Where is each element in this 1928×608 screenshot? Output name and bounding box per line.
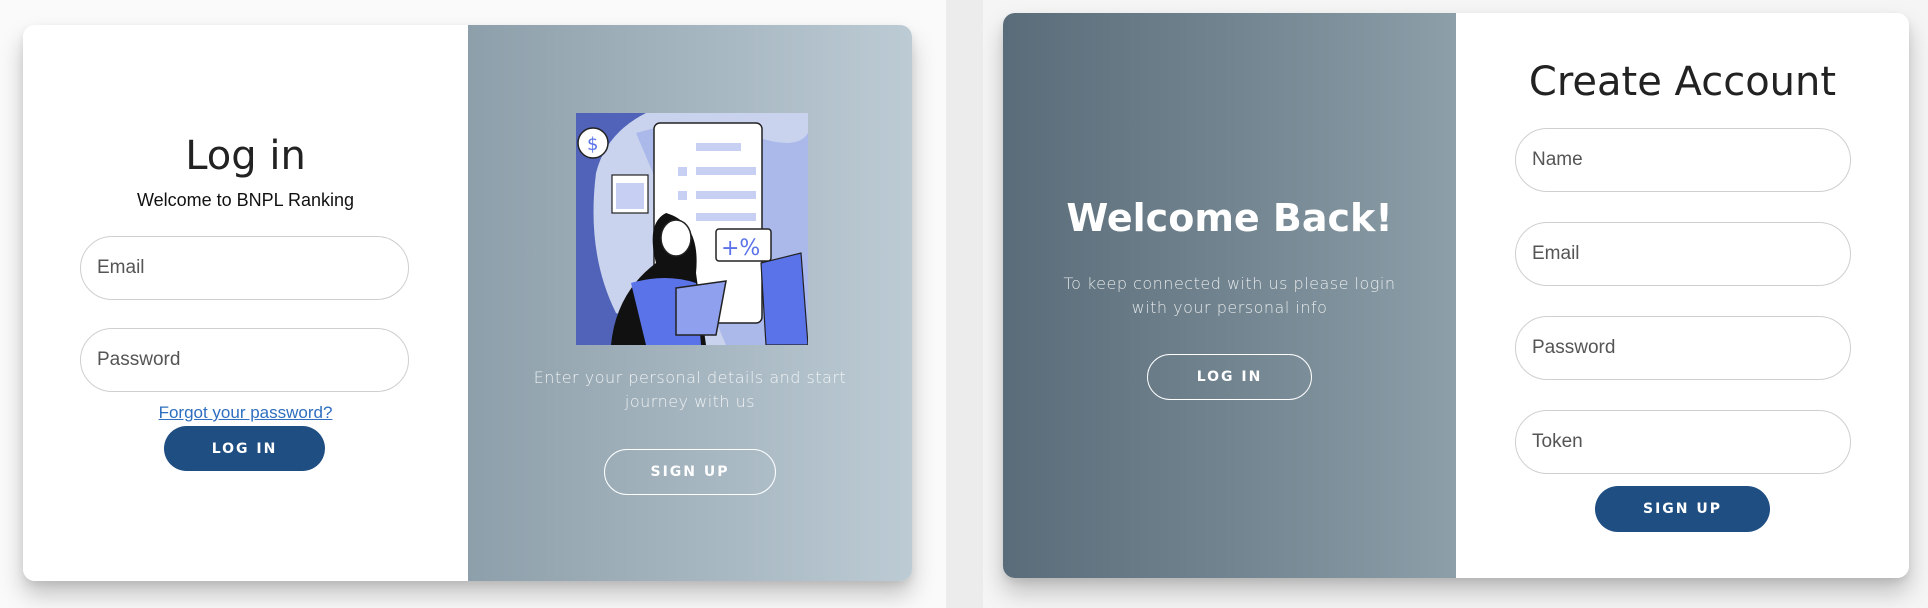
login-screen: Log in Welcome to BNPL Ranking Forgot yo… (0, 0, 946, 608)
login-form-panel: Log in Welcome to BNPL Ranking Forgot yo… (23, 25, 468, 581)
pane-divider (946, 0, 983, 608)
login-subtitle: Welcome to BNPL Ranking (136, 190, 355, 210)
login-password-field[interactable] (80, 328, 409, 392)
login-prompt-panel: Welcome Back! To keep connected with us … (1003, 13, 1456, 578)
login-prompt-text: To keep connected with us please login w… (1063, 274, 1396, 317)
signup-email-input[interactable] (1532, 243, 1850, 265)
signup-button[interactable]: SIGN UP (1595, 486, 1770, 532)
svg-text:+%: +% (721, 236, 760, 261)
login-email-field[interactable] (80, 236, 409, 300)
signup-name-input[interactable] (1532, 149, 1850, 171)
signup-name-field[interactable] (1515, 128, 1851, 192)
signup-token-field[interactable] (1515, 410, 1851, 474)
svg-text:$: $ (587, 134, 598, 155)
overlay-signup-button[interactable]: SIGN UP (604, 449, 776, 495)
signup-password-input[interactable] (1532, 337, 1850, 359)
signup-token-input[interactable] (1532, 431, 1850, 453)
signup-form-panel: Create Account SIGN UP (1456, 13, 1909, 578)
welcome-title: Welcome Back! (1066, 196, 1393, 240)
forgot-password-link[interactable]: Forgot your password? (23, 403, 468, 423)
signup-prompt-text: Enter your personal details and start jo… (533, 368, 847, 411)
login-title: Log in (185, 133, 306, 179)
signup-password-field[interactable] (1515, 316, 1851, 380)
signup-title: Create Account (1528, 59, 1837, 105)
login-email-input[interactable] (97, 257, 408, 279)
login-button[interactable]: LOG IN (164, 426, 325, 471)
signup-prompt-panel: +% $ Enter your personal details and sta… (468, 25, 912, 581)
signup-email-field[interactable] (1515, 222, 1851, 286)
login-password-input[interactable] (97, 349, 408, 371)
overlay-login-button[interactable]: LOG IN (1147, 354, 1312, 400)
signup-card: Welcome Back! To keep connected with us … (1003, 13, 1909, 578)
login-card: Log in Welcome to BNPL Ranking Forgot yo… (23, 25, 912, 581)
signup-screen: Welcome Back! To keep connected with us … (983, 0, 1928, 608)
woman-with-tablet-and-invoice-illustration-icon: +% $ (576, 113, 808, 345)
